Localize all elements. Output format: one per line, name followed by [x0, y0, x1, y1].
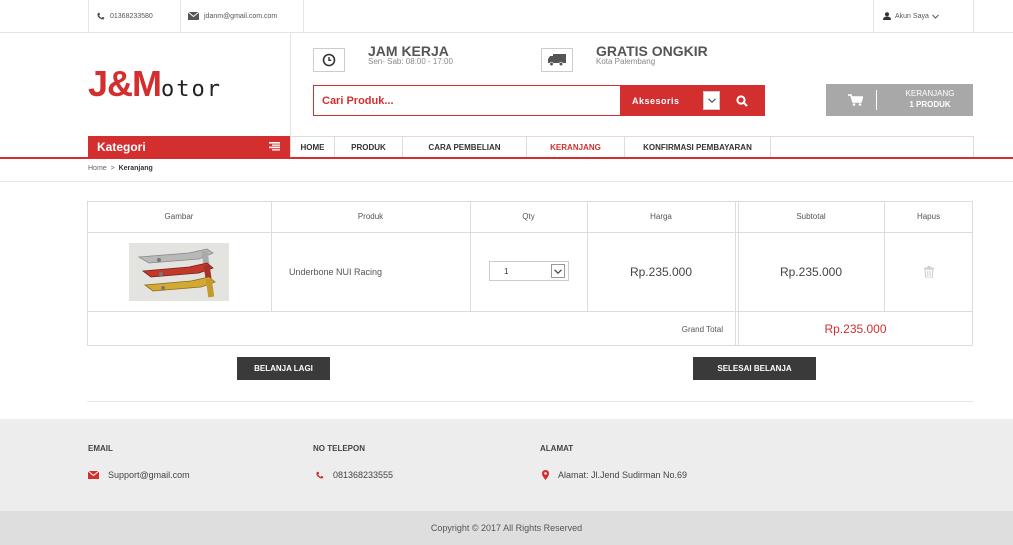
envelope-icon — [88, 471, 99, 479]
topbar-phone: 01368233580 — [96, 0, 153, 32]
working-hours-badge — [313, 48, 345, 72]
footer-phone-text: 081368233555 — [333, 470, 394, 480]
topbar-email[interactable]: jdanm@gmail.com.com — [188, 0, 277, 32]
shipping-badge — [541, 48, 573, 72]
chevron-down-icon — [551, 264, 565, 278]
account-label: Akun Saya — [895, 12, 929, 20]
header-gambar: Gambar — [164, 212, 194, 221]
shipping-subtitle: Kota Palembang — [596, 57, 656, 66]
topbar-email-text: jdanm@gmail.com.com — [204, 12, 278, 20]
footer-email-text: Support@gmail.com — [108, 470, 190, 480]
category-menu-button[interactable]: Kategori — [88, 136, 290, 158]
col-divider — [735, 201, 736, 346]
continue-shopping-button[interactable]: BELANJA LAGI — [237, 357, 330, 380]
menu-list-icon — [269, 142, 280, 151]
site-logo[interactable]: J&Motor — [88, 66, 222, 102]
cart-count: 1 PRODUK — [909, 100, 951, 109]
topbar-phone-text: 01368233580 — [110, 12, 153, 20]
copyright: Copyright © 2017 All Rights Reserved — [0, 511, 1013, 545]
quantity-select[interactable]: 1 — [489, 261, 569, 281]
cart-item-name[interactable]: Underbone NUI Racing — [271, 233, 470, 311]
truck-icon — [548, 54, 566, 66]
breadcrumb-current: Keranjang — [118, 165, 153, 172]
breadcrumb-separator: > — [110, 165, 115, 172]
search-bar: Aksesoris — [313, 85, 765, 116]
divider — [88, 0, 89, 32]
shipping-title: GRATIS ONGKIR — [596, 43, 708, 59]
header-produk: Produk — [357, 212, 384, 221]
cart-item-subtotal: Rp.235.000 — [779, 265, 843, 279]
main-nav: HOME PRODUK CARA PEMBELIAN KERANJANG KON… — [290, 136, 974, 158]
divider — [973, 0, 974, 32]
search-category-label: Aksesoris — [632, 95, 680, 106]
footer-phone: 081368233555 — [315, 470, 393, 480]
account-menu[interactable]: Akun Saya — [883, 0, 939, 32]
checkout-button[interactable]: SELESAI BELANJA — [693, 357, 816, 380]
envelope-icon — [188, 12, 199, 20]
header-harga: Harga — [650, 212, 672, 221]
footer: EMAIL Support@gmail.com NO TELEPON 08136… — [0, 419, 1013, 511]
footer-address: Alamat: Jl.Jend Sudirman No.69 — [542, 470, 687, 480]
logo-text: otor — [161, 77, 222, 102]
footer-address-heading: ALAMAT — [540, 444, 574, 453]
breadcrumb-divider — [0, 181, 1013, 182]
nav-keranjang[interactable]: KERANJANG — [527, 137, 625, 158]
cart-icon — [848, 94, 863, 106]
breadcrumb: Home > Keranjang — [88, 165, 153, 172]
nav-cara-pembelian[interactable]: CARA PEMBELIAN — [403, 137, 527, 158]
phone-icon — [316, 471, 324, 478]
hours-subtitle: Sen- Sab: 08:00 - 17:00 — [368, 57, 453, 66]
category-label: Kategori — [97, 140, 146, 154]
breadcrumb-home[interactable]: Home — [88, 165, 107, 172]
product-image — [129, 243, 229, 301]
cart-divider — [876, 90, 877, 110]
cart-item-price: Rp.235.000 — [629, 265, 693, 279]
clock-icon — [322, 53, 336, 67]
content-divider — [87, 401, 973, 402]
grand-total-label: Grand Total — [681, 324, 723, 334]
footer-address-text: Alamat: Jl.Jend Sudirman No.69 — [558, 470, 688, 480]
divider — [180, 0, 181, 32]
header-divider — [290, 33, 291, 136]
nav-underline — [0, 157, 1013, 159]
header-qty: Qty — [522, 212, 535, 221]
cart-label: KERANJANG — [905, 89, 955, 98]
nav-produk[interactable]: PRODUK — [335, 137, 403, 158]
header-subtotal: Subtotal — [796, 212, 826, 221]
footer-phone-heading: NO TELEPON — [313, 444, 366, 453]
search-category-select[interactable]: Aksesoris — [620, 86, 720, 115]
user-icon — [883, 12, 891, 20]
divider — [303, 0, 304, 32]
chevron-down-icon — [932, 14, 939, 19]
nav-home[interactable]: HOME — [291, 137, 335, 158]
nav-konfirmasi-pembayaran[interactable]: KONFIRMASI PEMBAYARAN — [625, 137, 771, 158]
header-hapus: Hapus — [916, 212, 941, 221]
divider — [873, 0, 874, 32]
quantity-value: 1 — [504, 266, 509, 276]
chevron-down-icon — [703, 91, 720, 110]
phone-icon — [97, 12, 105, 19]
hours-title: JAM KERJA — [368, 43, 449, 59]
map-marker-icon — [542, 470, 549, 480]
trash-icon — [923, 266, 934, 278]
search-input[interactable] — [314, 86, 620, 115]
top-bar: 01368233580 jdanm@gmail.com.com Akun Say… — [0, 0, 1013, 33]
footer-email[interactable]: Support@gmail.com — [88, 470, 190, 480]
search-button[interactable] — [720, 86, 764, 115]
cart-button[interactable]: KERANJANG 1 PRODUK — [826, 84, 973, 116]
search-icon — [736, 94, 748, 107]
logo-mark: J&M — [88, 63, 162, 104]
delete-item-button[interactable] — [884, 233, 973, 311]
footer-email-heading: EMAIL — [88, 444, 113, 453]
grand-total-value: Rp.235.000 — [824, 322, 887, 336]
